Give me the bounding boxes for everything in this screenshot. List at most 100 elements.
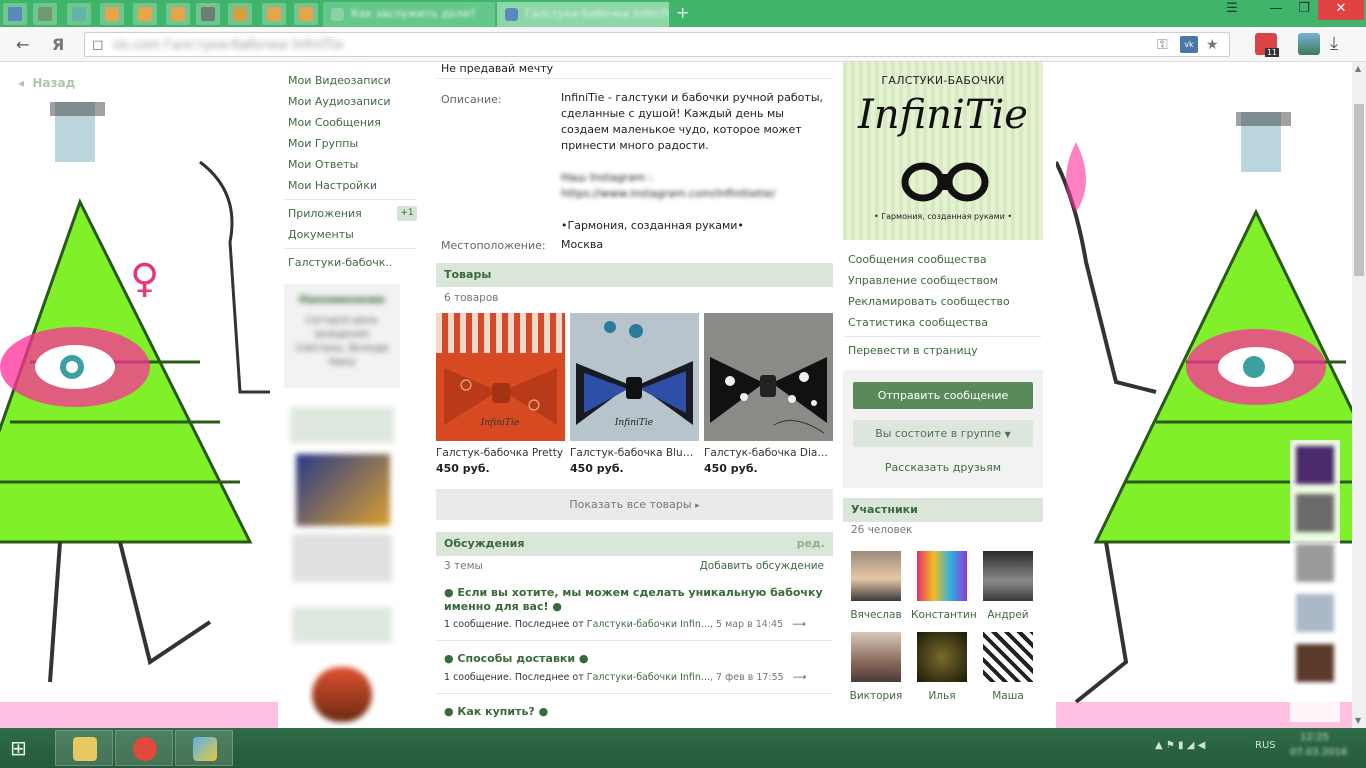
membership-dropdown[interactable]: Вы состоите в группе ▼ <box>853 420 1033 447</box>
topic-author-link[interactable]: Галстуки-бабочки Infin... <box>587 619 710 630</box>
taskbar-paint[interactable] <box>175 730 233 766</box>
pinned-tab-6[interactable] <box>166 3 190 25</box>
topic-title[interactable]: ● Как купить? ● <box>444 705 824 719</box>
product-card[interactable]: InfiniTie Галстук-бабочка Pretty 450 руб… <box>436 313 565 475</box>
tab-1[interactable]: Как заслужить доли? <box>323 2 495 27</box>
vk-icon[interactable]: vk <box>1180 36 1198 53</box>
minimize-button[interactable]: — <box>1262 0 1290 20</box>
avatar[interactable] <box>917 632 967 682</box>
pinned-tab-vk[interactable] <box>3 3 27 25</box>
product-card[interactable]: InfiniTie Галстук-бабочка Blue P... 450 … <box>570 313 699 475</box>
member-card[interactable]: Илья <box>911 632 973 702</box>
address-bar[interactable]: ◻ vk.com Галстуки-бабочки InfiniTie ⚿ vk… <box>84 32 1230 57</box>
pinned-tab-3[interactable] <box>67 3 91 25</box>
windows-start-icon[interactable]: ⊞ <box>10 735 36 761</box>
product-image[interactable]: InfiniTie <box>436 313 565 441</box>
tray-language[interactable]: RUS <box>1255 740 1276 751</box>
avatar[interactable] <box>917 551 967 601</box>
pinned-tab-5[interactable] <box>133 3 157 25</box>
star-icon[interactable]: ★ <box>1206 37 1219 53</box>
pinned-tab-7[interactable] <box>196 3 220 25</box>
pinned-tab-9[interactable] <box>262 3 286 25</box>
member-name[interactable]: Илья <box>911 690 973 702</box>
product-card[interactable]: Галстук-бабочка Diamond 450 руб. <box>704 313 833 475</box>
members-header[interactable]: Участники <box>843 498 1043 522</box>
group-avatar[interactable]: ГАЛСТУКИ-БАБОЧКИ InfiniTie • Гармония, с… <box>843 62 1043 240</box>
member-card[interactable]: Маша <box>977 632 1039 702</box>
taskbar-explorer[interactable] <box>55 730 113 766</box>
member-name[interactable]: Андрей <box>977 609 1039 621</box>
back-arrow-icon[interactable]: ← <box>16 35 29 54</box>
menu-icon[interactable]: ☰ <box>1218 0 1246 20</box>
send-message-button[interactable]: Отправить сообщение <box>853 382 1033 409</box>
extension-badge-icon[interactable]: 11 <box>1255 33 1279 57</box>
menu-item-groups[interactable]: Мои Группы <box>288 137 358 150</box>
lock-icon[interactable]: ⚿ <box>1157 37 1168 53</box>
new-tab-button[interactable]: + <box>676 4 689 22</box>
scrollbar-thumb[interactable] <box>1354 104 1364 276</box>
member-name[interactable]: Маша <box>977 690 1039 702</box>
scroll-up-icon[interactable]: ▲ <box>1355 64 1361 73</box>
pinned-tab-4[interactable] <box>100 3 124 25</box>
menu-item-group-link[interactable]: Галстуки-бабочк.. <box>288 256 392 269</box>
avatar[interactable] <box>983 632 1033 682</box>
convert-to-page-link[interactable]: Перевести в страницу <box>848 344 978 357</box>
community-advertise-link[interactable]: Рекламировать сообщество <box>848 295 1010 308</box>
back-link[interactable]: ◂ Назад <box>18 76 75 90</box>
menu-item-audio[interactable]: Мои Аудиозаписи <box>288 95 391 108</box>
add-discussion-link[interactable]: Добавить обсуждение <box>700 560 824 572</box>
discussions-edit-link[interactable]: ред. <box>797 537 825 550</box>
menu-item-answers[interactable]: Мои Ответы <box>288 158 358 171</box>
pinned-tab-2[interactable] <box>33 3 57 25</box>
menu-item-apps[interactable]: Приложения <box>288 207 362 220</box>
community-messages-link[interactable]: Сообщения сообщества <box>848 253 987 266</box>
thumbnail[interactable] <box>1296 544 1334 582</box>
taskbar-yandex-browser[interactable] <box>115 730 173 766</box>
member-name[interactable]: Виктория <box>845 690 907 702</box>
thumbnail[interactable] <box>1296 494 1334 532</box>
pinned-tab-8[interactable] <box>228 3 252 25</box>
thumbnail[interactable] <box>1296 446 1334 484</box>
page-scrollbar[interactable]: ▲ ▼ <box>1352 62 1366 728</box>
topic-title[interactable]: ● Если вы хотите, мы можем сделать уника… <box>444 586 824 614</box>
tell-friends-link[interactable]: Рассказать друзьям <box>843 461 1043 474</box>
thumbnail[interactable] <box>1296 594 1334 632</box>
menu-item-settings[interactable]: Мои Настройки <box>288 179 377 192</box>
ad-image-blurred[interactable] <box>296 454 390 526</box>
product-name[interactable]: Галстук-бабочка Blue P... <box>570 447 699 459</box>
menu-item-docs[interactable]: Документы <box>288 228 354 241</box>
community-stats-link[interactable]: Статистика сообщества <box>848 316 988 329</box>
tray-icons[interactable]: ▲ ⚑ ▮ ◢ ◀ <box>1155 740 1205 751</box>
thumbnail[interactable] <box>1296 644 1334 682</box>
avatar[interactable] <box>851 632 901 682</box>
member-name[interactable]: Константин <box>911 609 977 621</box>
show-all-goods-button[interactable]: Показать все товары ▸ <box>436 489 833 520</box>
tab-2[interactable]: Галстуки-бабочки InfiniTie <box>497 2 669 27</box>
goods-header[interactable]: Товары <box>436 263 833 287</box>
arrow-right-icon[interactable]: ⟶ <box>792 619 806 630</box>
image-extension-icon[interactable] <box>1298 33 1320 55</box>
member-card[interactable]: Вячеслав <box>845 551 907 621</box>
member-name[interactable]: Вячеслав <box>845 609 907 621</box>
avatar[interactable] <box>983 551 1033 601</box>
menu-item-videos[interactable]: Мои Видеозаписи <box>288 74 391 87</box>
member-card[interactable]: Виктория <box>845 632 907 702</box>
topic-author-link[interactable]: Галстуки-бабочки Infin... <box>587 672 710 683</box>
product-name[interactable]: Галстук-бабочка Pretty <box>436 447 565 459</box>
close-button[interactable]: ✕ <box>1318 0 1364 20</box>
download-icon[interactable]: ⤓ <box>1330 33 1338 54</box>
tray-date[interactable]: 07.03.2016 <box>1290 747 1347 758</box>
community-manage-link[interactable]: Управление сообществом <box>848 274 998 287</box>
restore-button[interactable]: ❐ <box>1290 0 1318 20</box>
product-image[interactable]: InfiniTie <box>570 313 699 441</box>
product-image[interactable] <box>704 313 833 441</box>
menu-item-messages[interactable]: Мои Сообщения <box>288 116 381 129</box>
product-name[interactable]: Галстук-бабочка Diamond <box>704 447 833 459</box>
member-card[interactable]: Андрей <box>977 551 1039 621</box>
pinned-tab-10[interactable] <box>294 3 318 25</box>
discussions-header[interactable]: Обсуждения ред. <box>436 532 833 556</box>
arrow-right-icon[interactable]: ⟶ <box>793 672 807 683</box>
instagram-link[interactable]: https://www.instagram.com/infinitietie/ <box>561 186 823 202</box>
topic-title[interactable]: ● Способы доставки ● <box>444 652 824 666</box>
ad-image-blurred-2[interactable] <box>312 667 372 722</box>
